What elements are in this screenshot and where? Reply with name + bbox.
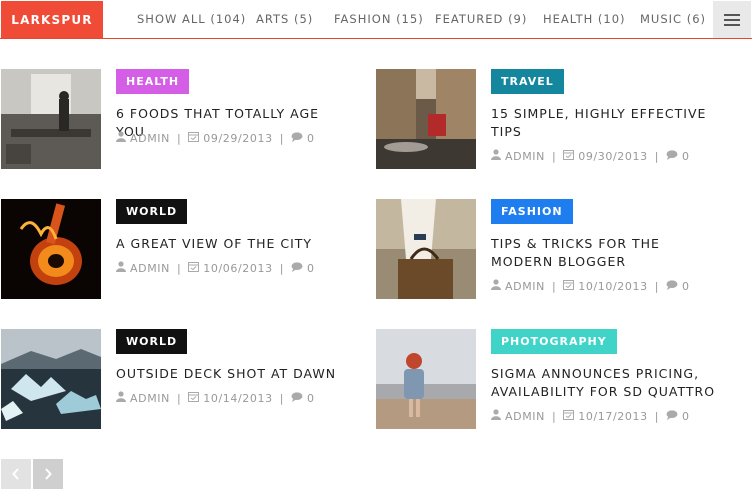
post-date: 09/30/2013 [578,149,648,163]
calendar-icon [563,279,575,293]
post-thumbnail-icebergs[interactable] [1,329,101,429]
comment-count[interactable]: 0 [307,132,315,145]
user-icon [116,391,126,405]
post-thumbnail-handbag[interactable] [376,199,476,299]
meta-divider: | [176,131,182,145]
post-date: 09/29/2013 [203,131,273,145]
post-title[interactable]: OUTSIDE DECK SHOT AT DAWN [116,365,351,383]
post-meta: ADMIN | 09/30/2013 | 0 [491,149,690,163]
meta-divider: | [654,409,659,423]
post-meta: ADMIN | 10/10/2013 | 0 [491,279,690,293]
prev-page-button[interactable] [1,459,31,489]
post-meta: ADMIN | 10/06/2013 | 0 [116,261,315,275]
category-badge[interactable]: PHOTOGRAPHY [491,329,617,354]
meta-divider: | [551,279,557,293]
meta-divider: | [654,149,659,163]
top-navigation-bar: LARKSPUR SHOW ALL (104) ARTS (5) FASHION… [0,0,752,39]
chevron-left-icon [12,468,19,480]
meta-divider: | [176,391,182,405]
post-meta: ADMIN | 09/29/2013 | 0 [116,131,315,145]
post-thumbnail-kitchen[interactable] [1,69,101,169]
meta-divider: | [654,279,659,293]
comment-icon [666,409,678,423]
hamburger-icon [724,13,740,26]
post-date: 10/17/2013 [578,409,648,423]
user-icon [116,261,126,275]
meta-divider: | [176,261,182,275]
menu-button[interactable] [713,1,751,38]
post-author[interactable]: ADMIN [130,392,170,405]
meta-divider: | [279,131,284,145]
post-author[interactable]: ADMIN [505,410,545,423]
user-icon [491,409,501,423]
post-date: 10/06/2013 [203,261,273,275]
meta-divider: | [551,409,557,423]
post-thumbnail-street[interactable] [376,69,476,169]
post-title[interactable]: SIGMA ANNOUNCES PRICING, AVAILABILITY FO… [491,365,726,401]
comment-count[interactable]: 0 [682,150,690,163]
filter-arts[interactable]: ARTS (5) [256,12,313,26]
filter-show-all[interactable]: SHOW ALL (104) [137,12,246,26]
category-badge[interactable]: WORLD [116,329,188,354]
comment-count[interactable]: 0 [307,392,315,405]
comment-count[interactable]: 0 [682,280,690,293]
post-thumbnail-traveler[interactable] [376,329,476,429]
calendar-icon [563,409,575,423]
post-card: HEALTH 6 FOODS THAT TOTALLY AGE YOU ADMI… [1,69,361,169]
filter-music[interactable]: MUSIC (6) [640,12,706,26]
post-meta: ADMIN | 10/14/2013 | 0 [116,391,315,405]
category-badge[interactable]: HEALTH [116,69,190,94]
category-badge[interactable]: TRAVEL [491,69,564,94]
user-icon [116,131,126,145]
filter-fashion[interactable]: FASHION (15) [334,12,424,26]
chevron-right-icon [45,468,52,480]
calendar-icon [188,391,200,405]
meta-divider: | [279,261,284,275]
comment-count[interactable]: 0 [682,410,690,423]
post-author[interactable]: ADMIN [505,280,545,293]
post-author[interactable]: ADMIN [130,262,170,275]
calendar-icon [188,261,200,275]
site-logo[interactable]: LARKSPUR [1,1,103,38]
calendar-icon [188,131,200,145]
comment-icon [291,391,303,405]
user-icon [491,149,501,163]
post-card: TRAVEL 15 SIMPLE, HIGHLY EFFECTIVE TIPS … [376,69,736,169]
comment-icon [291,131,303,145]
post-title[interactable]: A GREAT VIEW OF THE CITY [116,235,351,253]
user-icon [491,279,501,293]
meta-divider: | [279,391,284,405]
category-badge[interactable]: FASHION [491,199,573,224]
filter-featured[interactable]: FEATURED (9) [435,12,527,26]
next-page-button[interactable] [33,459,63,489]
calendar-icon [563,149,575,163]
post-card: WORLD OUTSIDE DECK SHOT AT DAWN ADMIN | … [1,329,361,429]
filter-health[interactable]: HEALTH (10) [543,12,626,26]
comment-icon [291,261,303,275]
post-thumbnail-burning-guitar[interactable] [1,199,101,299]
post-title[interactable]: 15 SIMPLE, HIGHLY EFFECTIVE TIPS [491,105,726,141]
comment-count[interactable]: 0 [307,262,315,275]
post-author[interactable]: ADMIN [130,132,170,145]
comment-icon [666,149,678,163]
post-date: 10/14/2013 [203,391,273,405]
comment-icon [666,279,678,293]
post-date: 10/10/2013 [578,279,648,293]
post-author[interactable]: ADMIN [505,150,545,163]
meta-divider: | [551,149,557,163]
post-meta: ADMIN | 10/17/2013 | 0 [491,409,690,423]
post-card: FASHION TIPS & TRICKS FOR THE MODERN BLO… [376,199,736,299]
category-badge[interactable]: WORLD [116,199,188,224]
post-card: PHOTOGRAPHY SIGMA ANNOUNCES PRICING, AVA… [376,329,736,429]
post-card: WORLD A GREAT VIEW OF THE CITY ADMIN | 1… [1,199,361,299]
post-title[interactable]: TIPS & TRICKS FOR THE MODERN BLOGGER [491,235,726,271]
